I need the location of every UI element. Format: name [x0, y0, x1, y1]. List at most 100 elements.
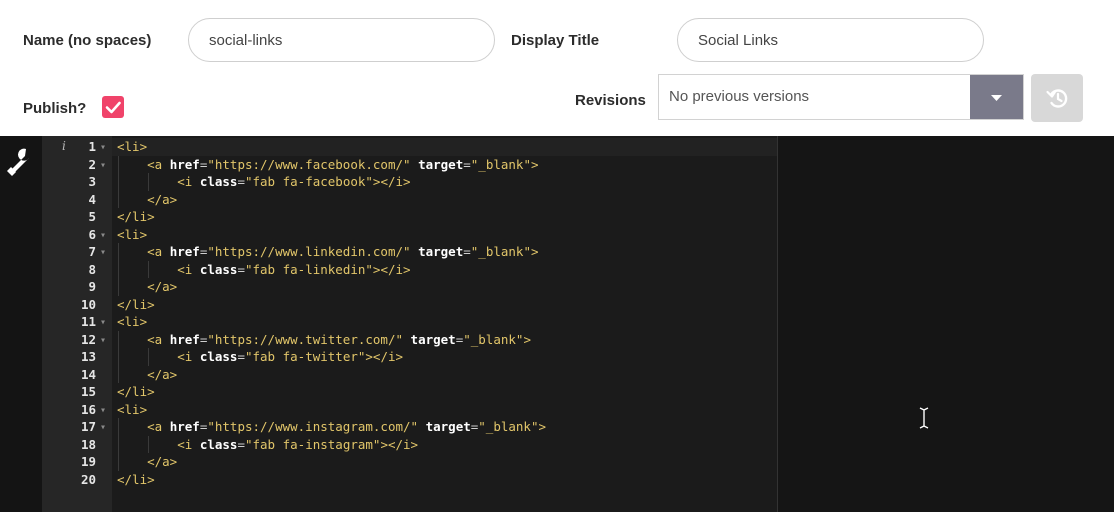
li-open-tag: <li>: [117, 139, 148, 154]
wrench-icon[interactable]: [0, 136, 42, 196]
a-open-tag: <a: [147, 244, 163, 259]
href-attribute: href: [169, 244, 200, 259]
i-close-tag: ></i>: [372, 174, 411, 189]
caret-down-icon: [991, 95, 1002, 101]
code-line[interactable]: </a>: [117, 278, 177, 296]
line-number: 19: [80, 454, 96, 469]
target-attribute: target: [425, 419, 471, 434]
code-line[interactable]: </a>: [117, 191, 177, 209]
indent-guide: [117, 243, 119, 296]
line-number: 17: [80, 419, 96, 434]
fold-toggle-icon[interactable]: ▾: [100, 227, 106, 245]
print-margin: [777, 136, 778, 512]
a-close-tag: </a>: [147, 454, 178, 469]
class-value: "fab fa-facebook": [244, 174, 373, 189]
a-open-tag: <a: [147, 156, 163, 172]
equals-sign: =: [237, 261, 245, 277]
line-number: 14: [80, 366, 96, 382]
display-title-field[interactable]: [677, 18, 984, 62]
li-open-tag: <li>: [117, 226, 148, 242]
equals-sign: =: [463, 156, 471, 172]
line-number: 13: [80, 349, 96, 364]
target-attribute: target: [410, 331, 456, 347]
line-number: 2: [88, 156, 96, 172]
code-line[interactable]: <a href = "https://www.facebook.com/" targ…: [117, 156, 539, 174]
equals-sign: =: [237, 174, 245, 189]
code-line[interactable]: <i class="fab fa-instagram"></i>: [117, 436, 418, 454]
code-line[interactable]: <a href="https://www.instagram.com/" tar…: [117, 418, 546, 436]
li-close-tag: </li>: [117, 296, 155, 312]
revisions-dropdown-button[interactable]: [970, 75, 1023, 119]
code-line[interactable]: </li>: [117, 383, 155, 401]
i-open-tag: <i: [177, 436, 193, 452]
line-number: 8: [88, 261, 96, 277]
fold-toggle-icon[interactable]: ▾: [100, 419, 106, 437]
name-field[interactable]: [188, 18, 495, 62]
code-line[interactable]: </li>: [117, 471, 155, 489]
fold-toggle-icon[interactable]: ▾: [100, 314, 106, 332]
code-line[interactable]: <li>: [117, 226, 147, 244]
code-line[interactable]: <li>: [117, 313, 147, 331]
a-close-tag: </a>: [147, 191, 178, 207]
tag-end: >: [538, 419, 547, 434]
tag-end: >: [530, 244, 539, 259]
line-number: 16: [80, 401, 96, 417]
code-line[interactable]: <i class="fab fa-twitter"></i>: [117, 348, 403, 366]
href-attribute: href: [169, 419, 200, 434]
fold-toggle-icon[interactable]: ▾: [100, 139, 106, 157]
restore-revision-button[interactable]: [1031, 74, 1083, 122]
line-number: 7: [88, 244, 96, 259]
code-line[interactable]: </a>: [117, 366, 177, 384]
tag-end: >: [530, 156, 539, 172]
name-label: Name (no spaces): [23, 32, 152, 49]
code-editor[interactable]: i 1 ▾ <li> 2 ▾ <a href="https://www.facebook…: [0, 136, 1114, 512]
line-number: 3: [88, 174, 96, 189]
i-open-tag: <i: [177, 349, 193, 364]
li-close-tag: </li>: [117, 384, 155, 399]
code-line[interactable]: <li>: [117, 138, 147, 156]
target-value: "_blank": [478, 419, 539, 434]
class-value: "fab fa-instagram": [244, 436, 381, 452]
line-number: 15: [80, 384, 96, 399]
checkmark-icon: [105, 101, 121, 114]
fold-toggle-icon[interactable]: ▾: [100, 244, 106, 262]
i-open-tag: <i: [177, 261, 193, 277]
code-line[interactable]: <i class="fab fa-facebook"></i>: [117, 173, 411, 191]
class-attribute: class: [199, 261, 238, 277]
a-open-tag: <a: [147, 331, 163, 347]
line-number: 18: [80, 436, 96, 452]
indent-guide: [147, 348, 149, 366]
class-attribute: class: [199, 436, 238, 452]
code-line[interactable]: <li>: [117, 401, 147, 419]
target-attribute: target: [418, 156, 464, 172]
a-close-tag: </a>: [147, 366, 178, 382]
fold-toggle-icon[interactable]: ▾: [100, 402, 106, 420]
equals-sign: =: [237, 436, 245, 452]
indent-guide: [117, 418, 119, 471]
fold-toggle-icon[interactable]: ▾: [100, 332, 106, 350]
code-line[interactable]: <a href = "https://www.linkedin.com/" targ…: [117, 243, 539, 261]
editor-sidebar: [0, 136, 42, 512]
editor-right-margin: [778, 136, 1114, 512]
code-line[interactable]: </li>: [117, 296, 155, 314]
fold-toggle-icon[interactable]: ▾: [100, 157, 106, 175]
target-value: "_blank": [470, 244, 531, 259]
name-input[interactable]: [189, 19, 494, 61]
line-number: 20: [80, 471, 96, 487]
class-attribute: class: [199, 174, 238, 189]
display-title-input[interactable]: [678, 19, 983, 61]
i-close-tag: ></i>: [372, 261, 411, 277]
href-value: "https://www.twitter.com/": [207, 331, 404, 347]
line-number: 4: [88, 191, 96, 207]
code-line[interactable]: </li>: [117, 208, 155, 226]
href-value: "https://www.instagram.com/": [207, 419, 419, 434]
indent-guide: [147, 173, 149, 191]
code-line[interactable]: <i class="fab fa-linkedin"></i>: [117, 261, 411, 279]
code-line[interactable]: <a href="https://www.twitter.com/" targe…: [117, 331, 531, 349]
code-line[interactable]: </a>: [117, 453, 177, 471]
target-value: "_blank": [463, 331, 524, 347]
class-attribute: class: [199, 349, 238, 364]
publish-checkbox[interactable]: [102, 96, 124, 118]
revisions-select[interactable]: No previous versions: [658, 74, 1024, 120]
a-close-tag: </a>: [147, 279, 178, 294]
